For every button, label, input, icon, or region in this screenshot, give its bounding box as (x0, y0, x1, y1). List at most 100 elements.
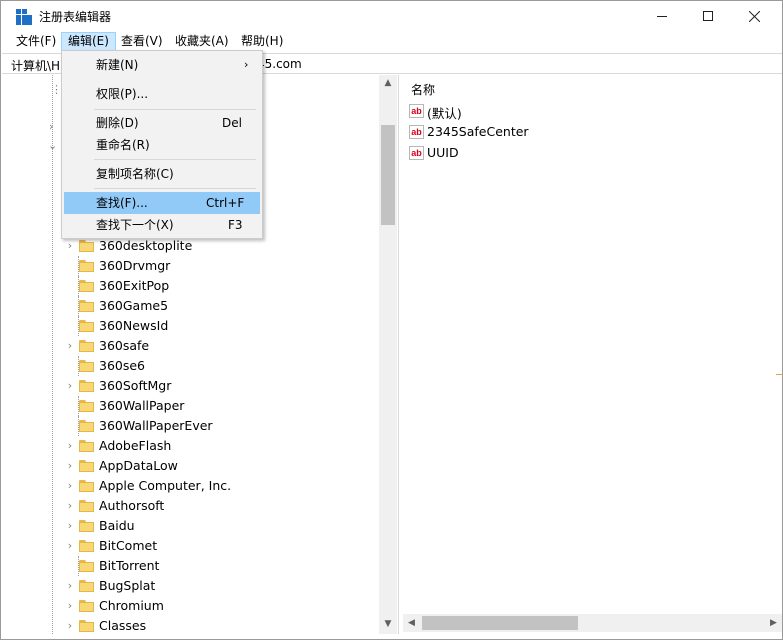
menu-separator (94, 159, 256, 160)
tree-key-label: 360Drvmgr (99, 258, 171, 273)
menu-item-label: 复制项名称(C) (96, 167, 174, 181)
window-title: 注册表编辑器 (39, 10, 112, 24)
menu-view[interactable]: 查看(V) (115, 32, 169, 51)
column-header-name[interactable]: 名称 (411, 81, 435, 98)
close-button[interactable] (731, 1, 777, 31)
values-horizontal-scrollbar[interactable]: ◀ ▶ (403, 614, 782, 632)
chevron-right-icon[interactable]: › (49, 120, 53, 133)
tree-key-label: 360ExitPop (99, 278, 170, 293)
string-value-icon: ab (409, 125, 424, 139)
expand-chevron-icon[interactable]: › (65, 620, 75, 632)
tree-vertical-scrollbar[interactable]: ▲ ▼ (379, 75, 397, 634)
menu-favorites[interactable]: 收藏夹(A) (169, 32, 235, 51)
expand-chevron-icon[interactable]: › (65, 580, 75, 592)
tree-key-row[interactable]: 360WallPaper (10, 396, 390, 416)
tree-key-label: 360safe (99, 338, 150, 353)
expand-chevron-icon[interactable]: › (65, 460, 75, 472)
tree-key-label: 360SoftMgr (99, 378, 172, 393)
expand-chevron-icon[interactable]: › (65, 440, 75, 452)
menu-bar: 文件(F) 编辑(E) 查看(V) 收藏夹(A) 帮助(H) (1, 31, 782, 51)
tree-key-row[interactable]: 360Game5 (10, 296, 390, 316)
maximize-button[interactable] (685, 1, 731, 31)
tree-key-label: Classes (99, 618, 147, 633)
tree-key-row[interactable]: 360ExitPop (10, 276, 390, 296)
tree-key-row[interactable]: › BugSplat (10, 576, 390, 596)
tree-key-row[interactable]: › AdobeFlash (10, 436, 390, 456)
tree-key-row[interactable]: 360Drvmgr (10, 256, 390, 276)
registry-editor-window: 注册表编辑器 文件(F) 编辑(E) 查看(V) 收藏夹(A) 帮助(H) 计算… (0, 0, 783, 640)
value-name: 2345SafeCenter (427, 124, 529, 139)
tree-key-label: BitComet (99, 538, 158, 553)
tree-key-row[interactable]: 360se6 (10, 356, 390, 376)
tree-key-row[interactable]: › Chromium (10, 596, 390, 616)
tree-key-row[interactable]: › Baidu (10, 516, 390, 536)
folder-icon (79, 440, 94, 452)
tree-key-row[interactable]: 360WallPaperEver (10, 416, 390, 436)
minimize-button[interactable] (639, 1, 685, 31)
menu-file[interactable]: 文件(F) (10, 32, 62, 51)
expand-chevron-icon[interactable]: › (65, 480, 75, 492)
menu-item-find-next[interactable]: 查找下一个(X) F3 (64, 214, 260, 236)
folder-icon (79, 260, 94, 272)
menu-edit[interactable]: 编辑(E) (61, 32, 116, 51)
chevron-down-icon[interactable]: ⌄ (48, 139, 57, 152)
scroll-right-icon[interactable]: ▶ (765, 614, 782, 632)
folder-icon (79, 340, 94, 352)
menu-item-shortcut: Del (222, 116, 242, 130)
values-pane[interactable]: 名称 ab (默认) ab 2345SafeCenter ab UUID (403, 75, 782, 634)
folder-icon (79, 280, 94, 292)
folder-icon (79, 580, 94, 592)
menu-item-label: 新建(N) (96, 58, 139, 72)
tree-key-row[interactable]: › Classes (10, 616, 390, 634)
expand-chevron-icon[interactable]: › (65, 340, 75, 352)
expand-chevron-icon[interactable]: › (65, 540, 75, 552)
folder-icon (79, 380, 94, 392)
tree-key-row[interactable]: BitTorrent (10, 556, 390, 576)
edge-artifact (776, 374, 783, 375)
tree-key-row[interactable]: › 360desktoplite (10, 236, 390, 256)
tree-key-row[interactable]: › AppDataLow (10, 456, 390, 476)
folder-icon (79, 520, 94, 532)
tree-key-row[interactable]: › Authorsoft (10, 496, 390, 516)
minimize-icon (657, 15, 667, 17)
folder-icon (79, 300, 94, 312)
menu-separator (94, 109, 256, 110)
menu-item-shortcut: Ctrl+F (206, 196, 245, 210)
submenu-arrow-icon: › (244, 58, 249, 71)
menu-item-label: 查找(F)... (96, 196, 148, 210)
menu-item-find[interactable]: 查找(F)... Ctrl+F (64, 192, 260, 214)
expand-chevron-icon[interactable]: › (65, 520, 75, 532)
menu-item-label: 重命名(R) (96, 138, 150, 152)
tree-key-row[interactable]: › 360SoftMgr (10, 376, 390, 396)
expand-chevron-icon[interactable]: › (65, 380, 75, 392)
tree-key-row[interactable]: › Apple Computer, Inc. (10, 476, 390, 496)
menu-help[interactable]: 帮助(H) (235, 32, 289, 51)
menu-item-new[interactable]: 新建(N) › (64, 54, 260, 76)
menu-item-delete[interactable]: 删除(D) Del (64, 112, 260, 134)
menu-item-rename[interactable]: 重命名(R) (64, 134, 260, 156)
menu-item-label: 删除(D) (96, 116, 139, 130)
expand-chevron-icon[interactable]: › (65, 600, 75, 612)
tree-key-row[interactable]: 360NewsId (10, 316, 390, 336)
tree-key-label: Baidu (99, 518, 135, 533)
expand-chevron-icon[interactable]: › (65, 240, 75, 252)
menu-item-permissions[interactable]: 权限(P)... (64, 83, 260, 105)
folder-icon (79, 620, 94, 632)
menu-item-copy-key-name[interactable]: 复制项名称(C) (64, 163, 260, 185)
menu-item-label: 权限(P)... (96, 87, 149, 101)
tree-key-row[interactable]: › 360safe (10, 336, 390, 356)
menu-item-label: 查找下一个(X) (96, 218, 174, 232)
scroll-down-icon[interactable]: ▼ (379, 616, 397, 633)
tree-key-row[interactable]: › BitComet (10, 536, 390, 556)
address-prefix: 计算机\H (11, 59, 61, 73)
folder-icon (79, 480, 94, 492)
tree-scroll-thumb[interactable] (381, 125, 395, 225)
scroll-up-icon[interactable]: ▲ (379, 75, 397, 92)
registry-app-icon (16, 9, 32, 25)
title-bar: 注册表编辑器 (1, 1, 782, 31)
tree-key-label: 360Game5 (99, 298, 169, 313)
folder-icon (79, 540, 94, 552)
scroll-left-icon[interactable]: ◀ (403, 614, 420, 632)
expand-chevron-icon[interactable]: › (65, 500, 75, 512)
values-scroll-thumb[interactable] (422, 616, 578, 630)
